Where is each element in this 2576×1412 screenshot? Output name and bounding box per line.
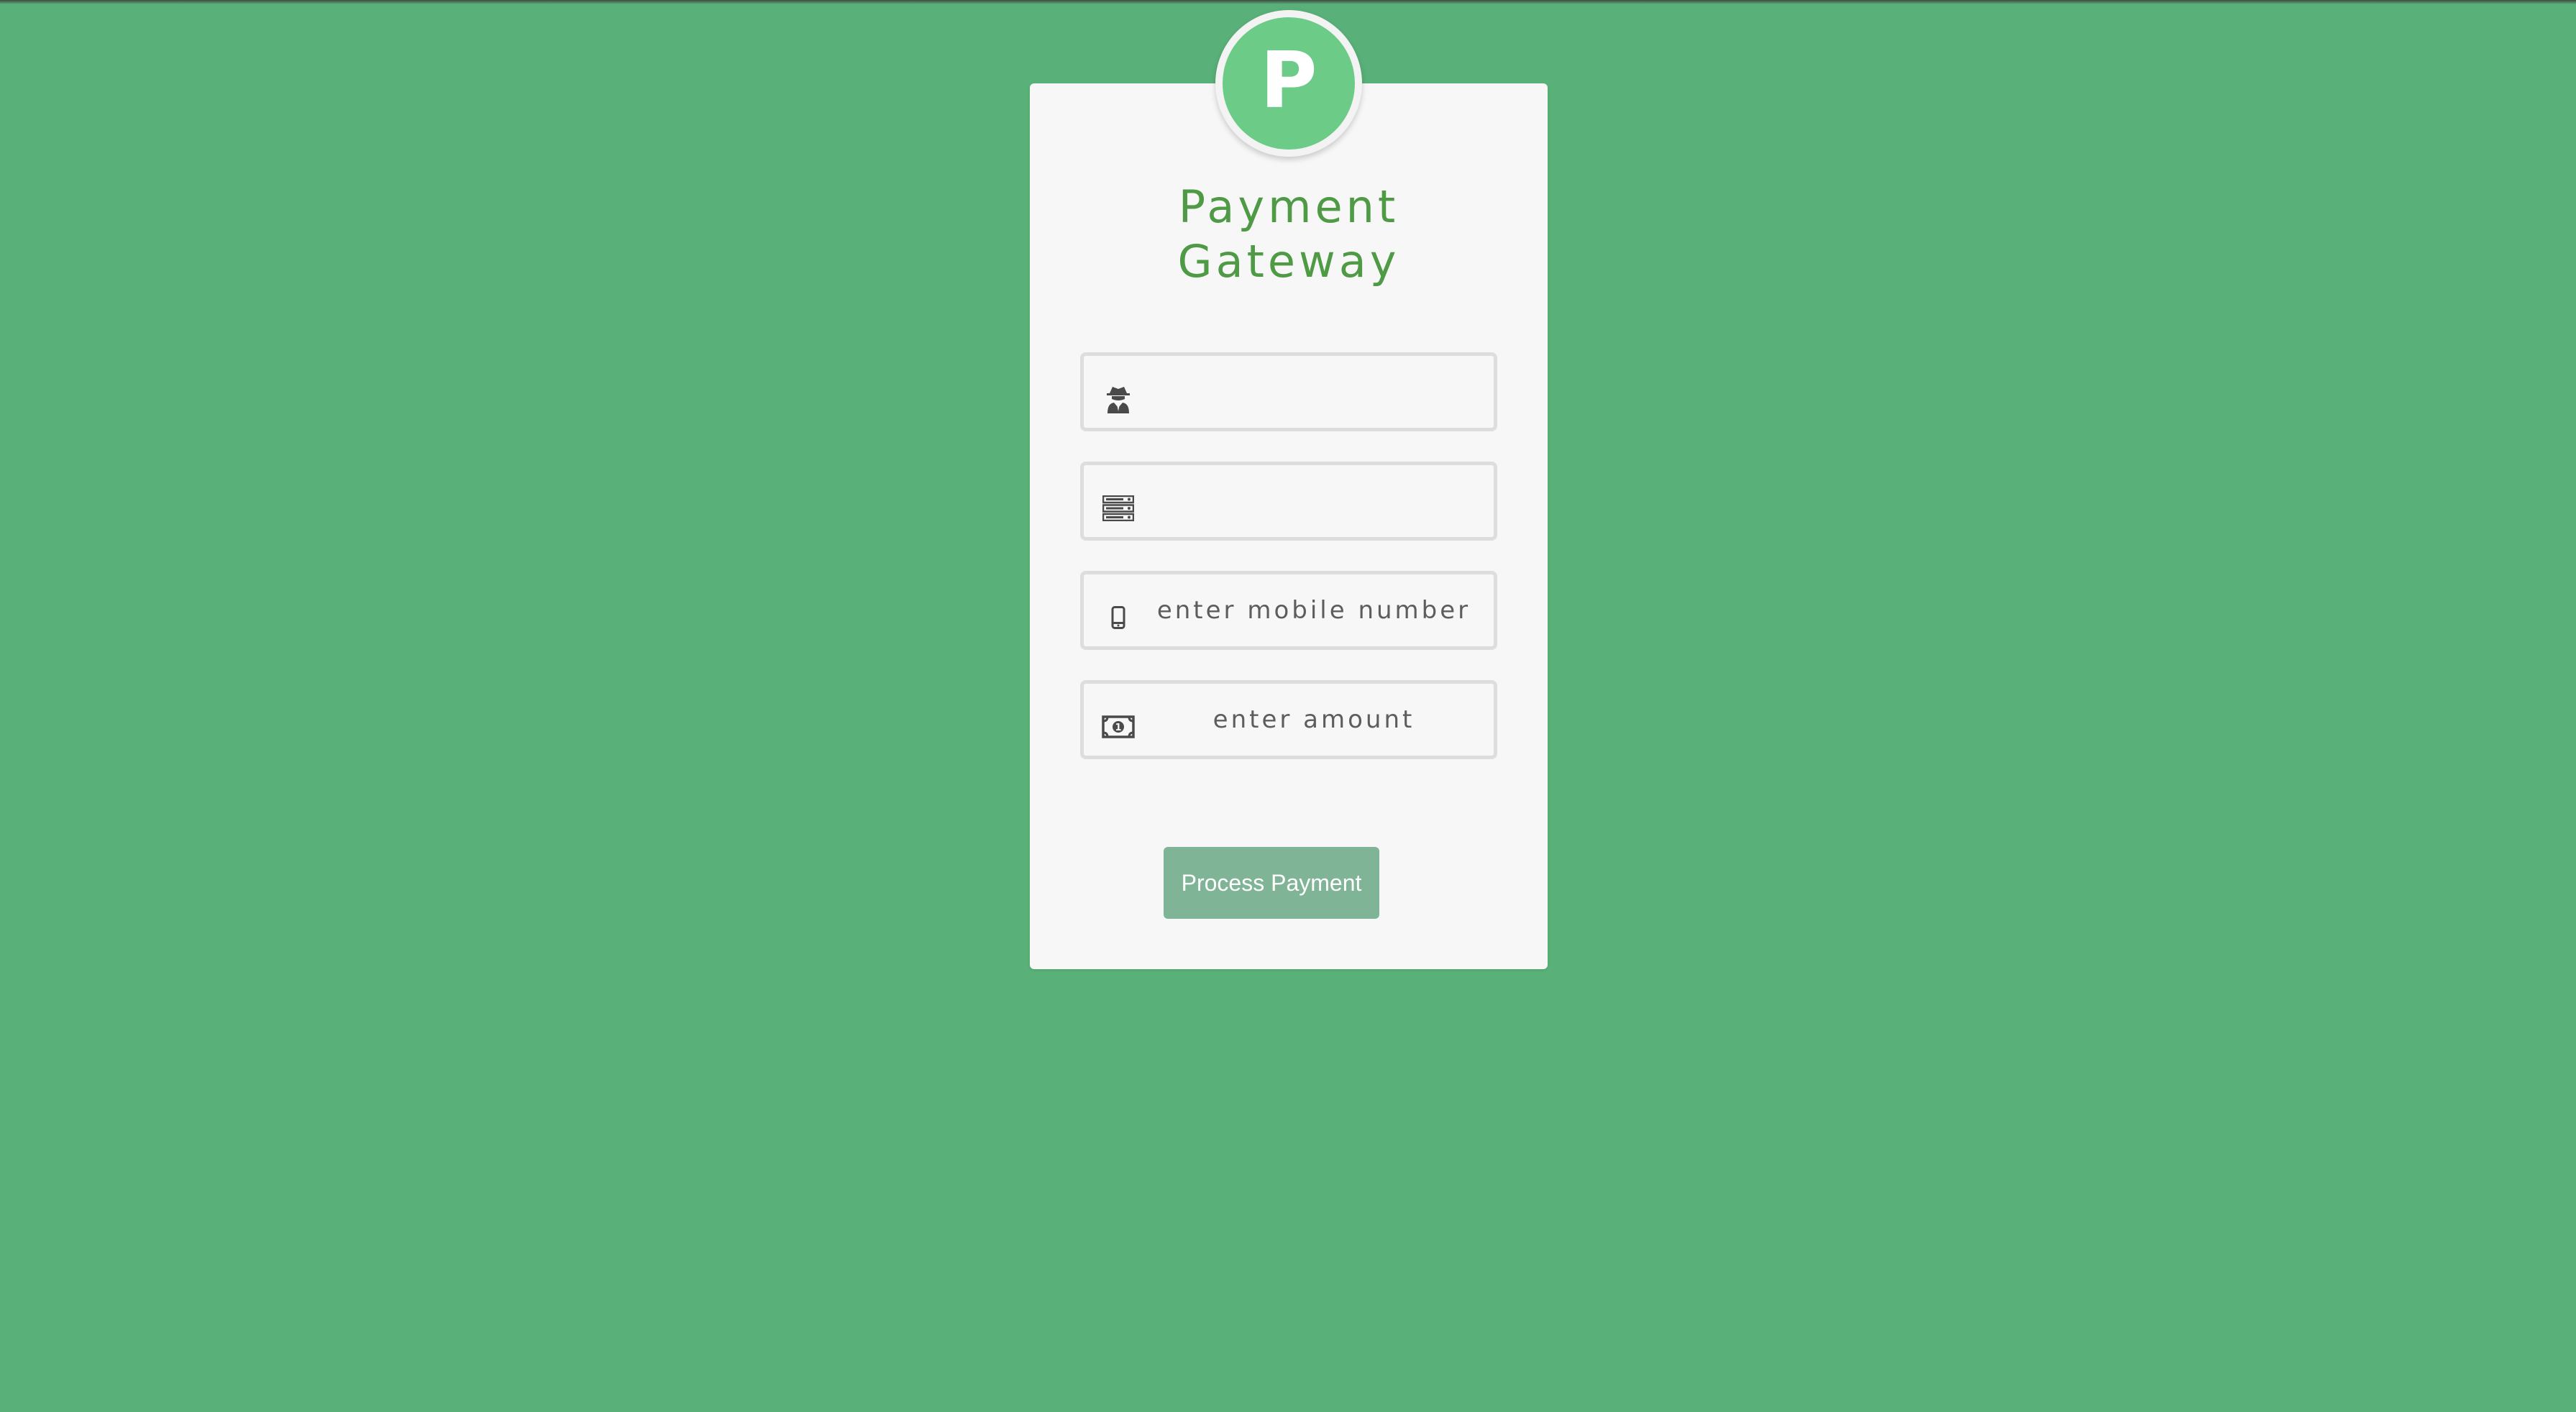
top-edge-shadow — [0, 0, 2576, 4]
amount-input[interactable] — [1141, 684, 1486, 756]
user-secret-icon — [1101, 382, 1136, 416]
mobile-number-field[interactable] — [1080, 571, 1497, 650]
account-input[interactable] — [1141, 465, 1486, 537]
mobile-number-input[interactable] — [1141, 574, 1486, 646]
process-payment-button[interactable]: Process Payment — [1164, 847, 1379, 919]
merchant-field[interactable] — [1080, 352, 1497, 431]
amount-field[interactable]: 1 — [1080, 680, 1497, 759]
page-title-line-1: Payment — [1178, 180, 1399, 233]
logo-letter: P — [1223, 17, 1355, 150]
merchant-input[interactable] — [1141, 356, 1486, 428]
money-bill-icon: 1 — [1101, 710, 1136, 744]
server-icon — [1101, 491, 1136, 526]
account-field[interactable] — [1080, 462, 1497, 541]
logo-badge: P — [1215, 10, 1362, 157]
svg-text:1: 1 — [1115, 723, 1121, 733]
mobile-phone-icon — [1101, 600, 1136, 635]
page-title: Payment Gateway — [1030, 180, 1548, 289]
page-title-line-2: Gateway — [1177, 235, 1400, 288]
